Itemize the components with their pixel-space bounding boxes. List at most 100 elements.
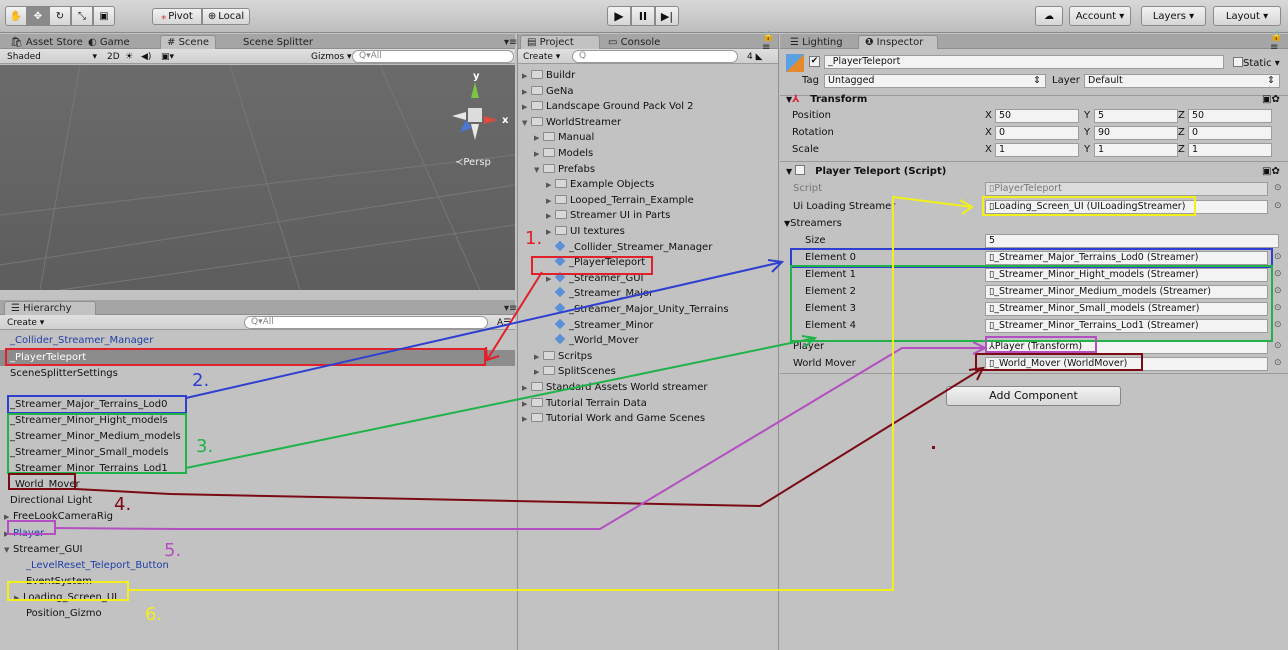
axis-x-label[interactable]: X <box>985 126 992 140</box>
foldout-arrow-icon[interactable]: ▶ <box>14 590 23 606</box>
element-picker-icon[interactable]: ⊙ <box>1274 320 1282 330</box>
size-field[interactable]: 5 <box>985 234 1279 248</box>
foldout-arrow-icon[interactable]: ▶ <box>522 84 531 100</box>
add-component-button[interactable]: Add Component <box>946 386 1121 406</box>
hierarchy-item[interactable]: _Streamer_Major_Terrains_Lod0 <box>0 397 515 413</box>
foldout-arrow-icon[interactable]: ▼ <box>534 162 543 178</box>
project-search-input[interactable]: Q <box>572 50 738 63</box>
active-checkbox[interactable]: ✔ <box>809 56 820 67</box>
project-folder-item[interactable]: ▶ Landscape Ground Pack Vol 2 <box>522 99 694 115</box>
element-field[interactable]: ▯_Streamer_Minor_Medium_models (Streamer… <box>985 285 1268 299</box>
project-folder-item[interactable]: ▶ Models <box>534 146 593 162</box>
hierarchy-item[interactable]: _Streamer_Minor_Medium_models <box>0 429 515 445</box>
object-name-field[interactable]: _PlayerTeleport <box>824 55 1224 69</box>
project-folder-item[interactable]: ▼ Prefabs <box>534 162 595 178</box>
project-prefab-item[interactable]: _Collider_Streamer_Manager <box>546 240 712 256</box>
project-prefab-item[interactable]: _PlayerTeleport <box>546 255 645 271</box>
foldout-arrow-icon[interactable]: ▶ <box>534 349 543 365</box>
layers-dropdown[interactable]: Layers ▾ <box>1141 6 1206 26</box>
scale-tool-button[interactable]: ⤡ <box>71 6 93 26</box>
project-folder-item[interactable]: ▼ WorldStreamer <box>522 115 621 131</box>
axis-z-label[interactable]: Z <box>1178 143 1185 157</box>
project-folder-item[interactable]: ▶ Tutorial Terrain Data <box>522 396 647 412</box>
lock-icon[interactable]: 🔒≡ <box>1264 31 1288 53</box>
project-prefab-item[interactable]: _Streamer_Major_Unity_Terrains <box>546 302 729 318</box>
layout-dropdown[interactable]: Layout ▾ <box>1213 6 1281 26</box>
foldout-arrow-icon[interactable]: ▶ <box>4 509 13 525</box>
project-folder-item[interactable]: ▶ GeNa <box>522 84 574 100</box>
hierarchy-item[interactable]: _Collider_Streamer_Manager <box>0 333 515 349</box>
script-foldout[interactable]: ▼ Player Teleport (Script) <box>786 165 946 179</box>
foldout-arrow-icon[interactable]: ▶ <box>546 193 555 209</box>
step-button[interactable]: ▶| <box>655 6 679 26</box>
effects-dropdown-icon[interactable]: ▣▾ <box>158 50 177 63</box>
pivot-button[interactable]: ⁎ Pivot <box>152 8 202 25</box>
hierarchy-item[interactable]: Position_Gizmo <box>0 606 515 622</box>
element-picker-icon[interactable]: ⊙ <box>1274 286 1282 296</box>
hierarchy-item[interactable]: EventSystem <box>0 574 515 590</box>
world-mover-picker-icon[interactable]: ⊙ <box>1274 358 1282 368</box>
world-mover-field[interactable]: ▯_World_Mover (WorldMover) <box>985 357 1268 371</box>
foldout-arrow-icon[interactable]: ▶ <box>546 177 555 193</box>
transform-x-field[interactable]: 1 <box>995 143 1079 157</box>
foldout-arrow-icon[interactable]: ▶ <box>522 396 531 412</box>
hierarchy-item[interactable]: ▶ Player <box>0 526 515 542</box>
axis-x-label[interactable]: X <box>985 143 992 157</box>
project-folder-item[interactable]: ▶ Tutorial Work and Game Scenes <box>522 411 705 427</box>
script-settings-icon[interactable]: ▣✿ <box>1262 165 1280 179</box>
axis-z-label[interactable]: Z <box>1178 109 1185 123</box>
player-picker-icon[interactable]: ⊙ <box>1274 341 1282 351</box>
project-folder-item[interactable]: ▶ Example Objects <box>546 177 654 193</box>
hierarchy-item[interactable]: ▶ FreeLookCameraRig <box>0 509 515 525</box>
element-field[interactable]: ▯_Streamer_Minor_Small_models (Streamer) <box>985 302 1268 316</box>
foldout-arrow-icon[interactable]: ▶ <box>522 99 531 115</box>
hierarchy-search-input[interactable]: Q▾All <box>244 316 488 329</box>
tab-console[interactable]: ▭ Console <box>602 35 666 49</box>
tab-scene[interactable]: # Scene <box>160 35 217 49</box>
account-dropdown[interactable]: Account ▾ <box>1069 6 1131 26</box>
foldout-arrow-icon[interactable]: ▶ <box>522 380 531 396</box>
tab-hierarchy[interactable]: ☰ Hierarchy <box>4 301 96 315</box>
project-folder-item[interactable]: ▶ UI textures <box>546 224 625 240</box>
move-tool-button[interactable]: ✥ <box>27 6 49 26</box>
streamers-foldout[interactable]: ▼Streamers <box>784 217 842 231</box>
transform-settings-icon[interactable]: ▣✿ <box>1262 93 1280 107</box>
project-prefab-item[interactable]: _Streamer_Major <box>546 286 653 302</box>
axis-y-label[interactable]: Y <box>1084 126 1090 140</box>
element-picker-icon[interactable]: ⊙ <box>1274 303 1282 313</box>
project-filter-count[interactable]: 4 ◣ <box>744 50 766 63</box>
axis-x-label[interactable]: X <box>985 109 992 123</box>
foldout-arrow-icon[interactable]: ▶ <box>4 526 13 542</box>
2d-toggle[interactable]: 2D <box>104 50 123 63</box>
axis-z-label[interactable]: Z <box>1178 126 1185 140</box>
transform-y-field[interactable]: 1 <box>1094 143 1178 157</box>
scene-gizmo[interactable] <box>440 70 510 150</box>
hierarchy-item[interactable]: _World_Mover <box>0 477 515 493</box>
tag-dropdown[interactable]: Untagged ⇕ <box>824 74 1046 88</box>
scene-viewport[interactable]: y x ≺Persp <box>0 65 515 290</box>
element-field[interactable]: ▯_Streamer_Minor_Terrains_Lod1 (Streamer… <box>985 319 1268 333</box>
project-folder-item[interactable]: ▶ Scritps <box>534 349 592 365</box>
pause-button[interactable]: II <box>631 6 655 26</box>
project-prefab-item[interactable]: ▶ _Streamer_GUI <box>546 271 643 287</box>
hierarchy-item[interactable]: ▶ Loading_Screen_UI <box>0 590 515 606</box>
element-picker-icon[interactable]: ⊙ <box>1274 252 1282 262</box>
tab-lighting[interactable]: ☰ Lighting <box>784 35 849 49</box>
hierarchy-item[interactable]: _LevelReset_Teleport_Button <box>0 558 515 574</box>
scene-search-input[interactable]: Q▾All <box>352 50 514 63</box>
audio-toggle-icon[interactable]: ◀) <box>138 50 154 63</box>
foldout-arrow-icon[interactable]: ▶ <box>522 411 531 427</box>
foldout-arrow-icon[interactable]: ▶ <box>546 271 555 287</box>
hierarchy-create-button[interactable]: Create ▾ <box>4 316 47 329</box>
transform-x-field[interactable]: 50 <box>995 109 1079 123</box>
hierarchy-item[interactable]: _Streamer_Minor_Hight_models <box>0 413 515 429</box>
transform-z-field[interactable]: 50 <box>1188 109 1272 123</box>
transform-y-field[interactable]: 5 <box>1094 109 1178 123</box>
element-field[interactable]: ▯_Streamer_Major_Terrains_Lod0 (Streamer… <box>985 251 1268 265</box>
hierarchy-item[interactable]: Directional Light <box>0 493 515 509</box>
hierarchy-item[interactable]: SceneSplitterSettings <box>0 366 515 382</box>
transform-z-field[interactable]: 0 <box>1188 126 1272 140</box>
script-checkbox[interactable] <box>795 165 806 175</box>
element-picker-icon[interactable]: ⊙ <box>1274 269 1282 279</box>
project-folder-item[interactable]: ▶ Looped_Terrain_Example <box>546 193 694 209</box>
